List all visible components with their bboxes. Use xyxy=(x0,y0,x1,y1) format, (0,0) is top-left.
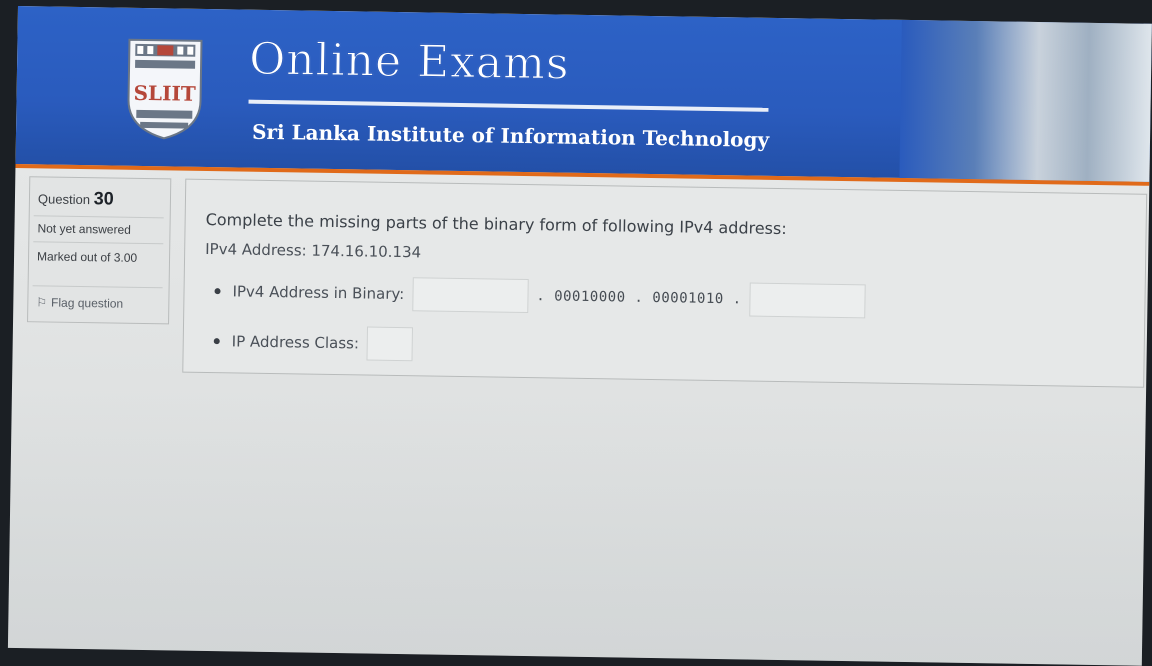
flag-icon: ⚐ xyxy=(36,295,48,310)
question-content: Complete the missing parts of the binary… xyxy=(182,178,1148,388)
divider xyxy=(33,241,164,245)
title-divider xyxy=(248,99,769,112)
answer-status: Not yet answered xyxy=(37,221,131,237)
exam-screen: SLIIT Online Exams Sri Lanka Institute o… xyxy=(7,6,1152,666)
banner-photo xyxy=(899,19,1152,182)
flag-question-label: Flag question xyxy=(51,295,124,311)
divider xyxy=(33,215,164,219)
binary-given-octets: . 00010000 . 00001010 . xyxy=(536,288,742,308)
class-label: IP Address Class: xyxy=(231,332,360,353)
question-text: Complete the missing parts of the binary… xyxy=(205,209,787,239)
question-number: Question 30 xyxy=(38,187,114,209)
bullet-icon xyxy=(213,338,220,345)
ip-address-line: IPv4 Address: 174.16.10.134 xyxy=(205,239,422,262)
question-number-value: 30 xyxy=(93,188,114,209)
page-title: Online Exams xyxy=(248,33,570,90)
sliit-logo: SLIIT xyxy=(127,38,203,140)
binary-octet-1-input[interactable] xyxy=(412,277,529,314)
marks-info: Marked out of 3.00 xyxy=(36,249,138,265)
question-info-panel: Question 30 Not yet answered Marked out … xyxy=(27,176,172,325)
binary-octet-4-input[interactable] xyxy=(749,282,866,319)
screen-glare xyxy=(7,385,1146,666)
class-row: IP Address Class: xyxy=(213,324,414,362)
question-label: Question xyxy=(37,191,91,208)
binary-row: IPv4 Address in Binary: . 00010000 . 000… xyxy=(214,274,866,319)
divider xyxy=(32,285,163,289)
header-banner: SLIIT Online Exams Sri Lanka Institute o… xyxy=(15,6,1152,186)
bullet-icon xyxy=(214,288,221,295)
logo-text: SLIIT xyxy=(133,81,196,106)
institute-name: Sri Lanka Institute of Information Techn… xyxy=(251,119,770,152)
ip-class-input[interactable] xyxy=(366,326,414,362)
flag-question-link[interactable]: ⚐ Flag question xyxy=(36,295,123,310)
binary-label: IPv4 Address in Binary: xyxy=(232,282,405,304)
